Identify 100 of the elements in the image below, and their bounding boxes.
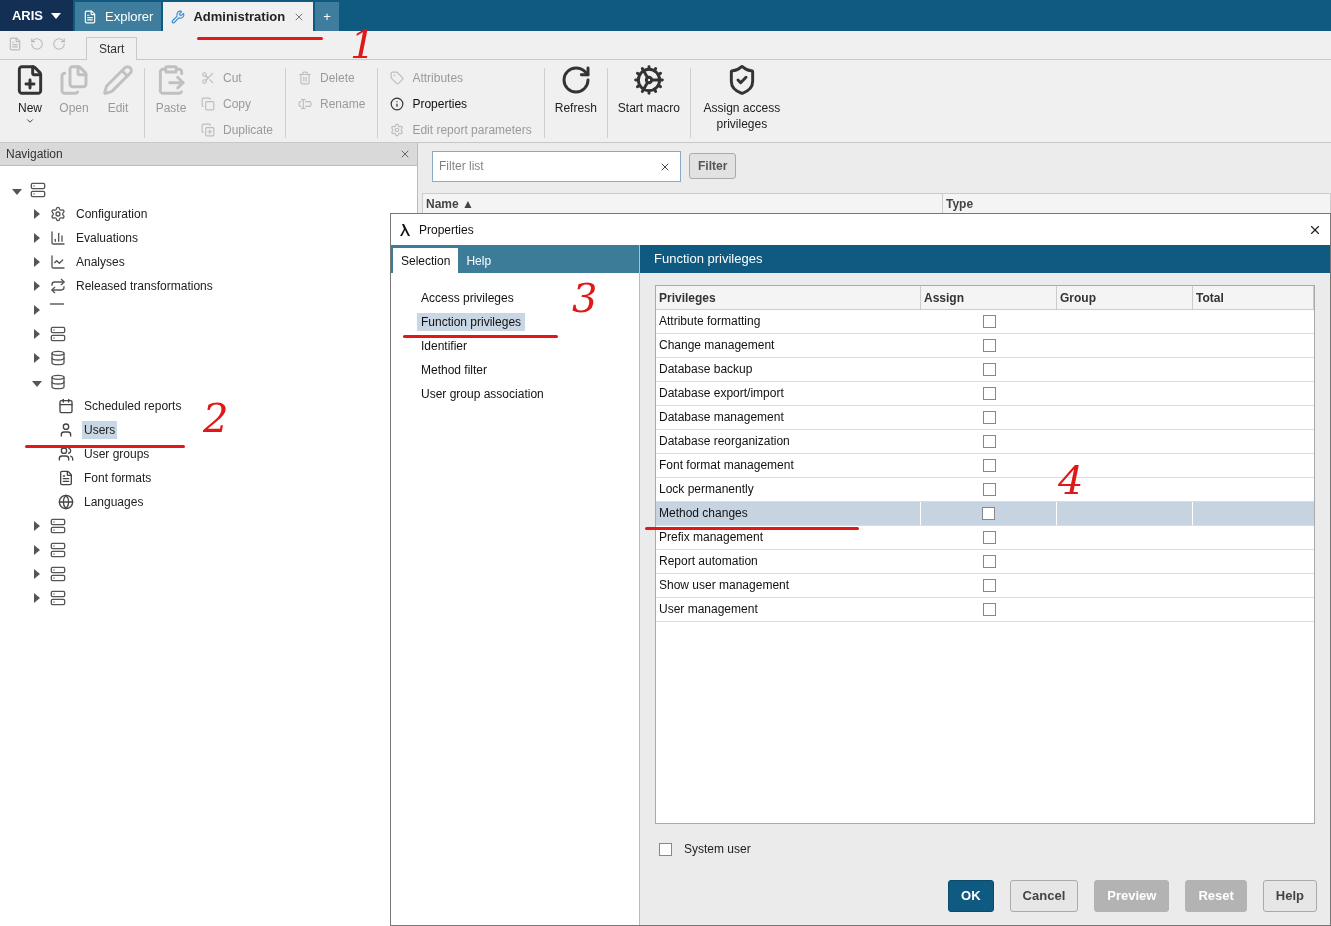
app-tab[interactable]: + (315, 2, 339, 31)
caret-icon (51, 12, 62, 19)
expand-arrow-icon[interactable] (34, 521, 40, 531)
files-icon (58, 64, 90, 96)
side-tab[interactable]: Selection (393, 248, 459, 273)
page-link[interactable]: Access privileges (417, 289, 518, 307)
expand-arrow-icon[interactable] (34, 305, 40, 315)
annotation-number: 3 (572, 278, 598, 318)
expand-arrow-icon[interactable] (34, 569, 40, 579)
panel-title: Navigation (6, 146, 63, 163)
duplicate-icon (201, 123, 215, 137)
collapse-arrow-icon[interactable] (32, 381, 42, 387)
column-header[interactable]: Name ▲ (426, 197, 939, 211)
column-header[interactable]: Privileges (656, 286, 921, 309)
app-menu[interactable]: ARIS (0, 0, 73, 31)
pencil-icon (102, 64, 134, 96)
expand-arrow-icon[interactable] (34, 281, 40, 291)
privilege-name: Change management (659, 339, 775, 352)
privilege-row[interactable]: Database export/import (656, 382, 1314, 406)
dialog-button[interactable]: Cancel (1009, 880, 1079, 912)
page-link[interactable]: Identifier (417, 337, 472, 355)
trash-icon (298, 71, 313, 85)
dash-icon (50, 303, 64, 305)
tag-icon (390, 71, 405, 85)
privilege-row[interactable]: Database backup (656, 358, 1314, 382)
dialog-button[interactable]: Help (1262, 880, 1317, 912)
globe-icon (58, 494, 74, 510)
tree-item[interactable]: Users (82, 421, 118, 439)
privilege-name: Font format management (659, 459, 794, 472)
side-tab[interactable]: Help (458, 248, 500, 273)
filter-field[interactable]: Filter list (432, 150, 681, 182)
user-icon (58, 422, 74, 438)
collapse-arrow-icon[interactable] (12, 189, 22, 195)
assign-checkbox[interactable] (982, 555, 996, 568)
ribbon-button[interactable]: Assign access privileges (696, 64, 787, 132)
assign-checkbox[interactable] (982, 603, 996, 616)
column-header[interactable]: Assign (921, 286, 1057, 309)
text-format-icon (58, 470, 74, 486)
page-link[interactable]: User group association (417, 385, 548, 403)
column-header[interactable]: Type (946, 197, 974, 211)
expand-arrow-icon[interactable] (34, 593, 40, 603)
expand-arrow-icon[interactable] (34, 545, 40, 555)
expand-arrow-icon[interactable] (34, 353, 40, 363)
document-icon (83, 9, 97, 24)
privilege-row[interactable]: Database reorganization (656, 430, 1314, 454)
privilege-name: Prefix management (659, 531, 764, 544)
app-tab[interactable]: Administration (163, 2, 314, 31)
assign-checkbox[interactable] (982, 411, 996, 424)
column-header[interactable]: Group (1057, 286, 1193, 309)
ribbon-button[interactable]: Properties (390, 94, 532, 114)
privilege-row[interactable]: Show user management (656, 574, 1314, 598)
dialog-button[interactable]: OK (948, 880, 994, 912)
checkbox-label: System user (684, 841, 751, 858)
chart-icon (50, 230, 66, 246)
expand-arrow-icon[interactable] (34, 233, 40, 243)
privilege-name: Report automation (659, 555, 758, 568)
privilege-name: Database management (659, 411, 784, 424)
privilege-name: Database backup (659, 363, 753, 376)
privilege-name: Database reorganization (659, 435, 790, 448)
privilege-row[interactable]: Attribute formatting (656, 310, 1314, 334)
privilege-row[interactable]: Method changes (656, 502, 1314, 526)
dialog-title: Properties (419, 221, 474, 239)
page-header: Function privileges (640, 245, 1330, 273)
ribbon-button[interactable]: Refresh (550, 64, 601, 116)
filter-button[interactable]: Filter (689, 153, 737, 179)
assign-checkbox[interactable] (982, 363, 996, 376)
assign-checkbox[interactable] (982, 435, 996, 448)
expand-arrow-icon[interactable] (34, 329, 40, 339)
assign-checkbox[interactable] (982, 483, 996, 496)
assign-checkbox[interactable] (982, 339, 996, 352)
assign-checkbox[interactable] (982, 531, 996, 544)
assign-checkbox[interactable] (982, 387, 996, 400)
assign-checkbox[interactable] (982, 507, 995, 520)
privilege-row[interactable]: Database management (656, 406, 1314, 430)
privilege-row[interactable]: Change management (656, 334, 1314, 358)
app-logo-icon (399, 223, 411, 236)
assign-checkbox[interactable] (982, 315, 996, 328)
system-user-checkbox[interactable] (659, 842, 672, 856)
scissors-icon (201, 71, 215, 85)
page-link[interactable]: Method filter (417, 361, 492, 379)
privilege-name: Show user management (659, 579, 790, 592)
assign-checkbox[interactable] (982, 579, 996, 592)
privilege-name: Method changes (659, 507, 748, 520)
app-tab[interactable]: Explorer (75, 2, 162, 31)
gear-icon (390, 123, 405, 137)
assign-checkbox[interactable] (982, 459, 996, 472)
column-header[interactable]: Total (1193, 286, 1314, 309)
wrench-icon (171, 9, 186, 24)
copy-icon (201, 97, 215, 111)
ribbon-tab[interactable]: Start (86, 37, 138, 60)
expand-arrow-icon[interactable] (34, 209, 40, 219)
privilege-row[interactable]: User management (656, 598, 1314, 622)
page-link[interactable]: Function privileges (417, 313, 526, 331)
expand-arrow-icon[interactable] (34, 257, 40, 267)
privilege-name: Database export/import (659, 387, 784, 400)
privilege-name: Attribute formatting (659, 315, 761, 328)
annotation-number: 2 (203, 398, 229, 438)
ribbon-button[interactable]: Start macro (613, 64, 684, 116)
ribbon-button[interactable]: New (10, 64, 50, 126)
privilege-row[interactable]: Report automation (656, 550, 1314, 574)
